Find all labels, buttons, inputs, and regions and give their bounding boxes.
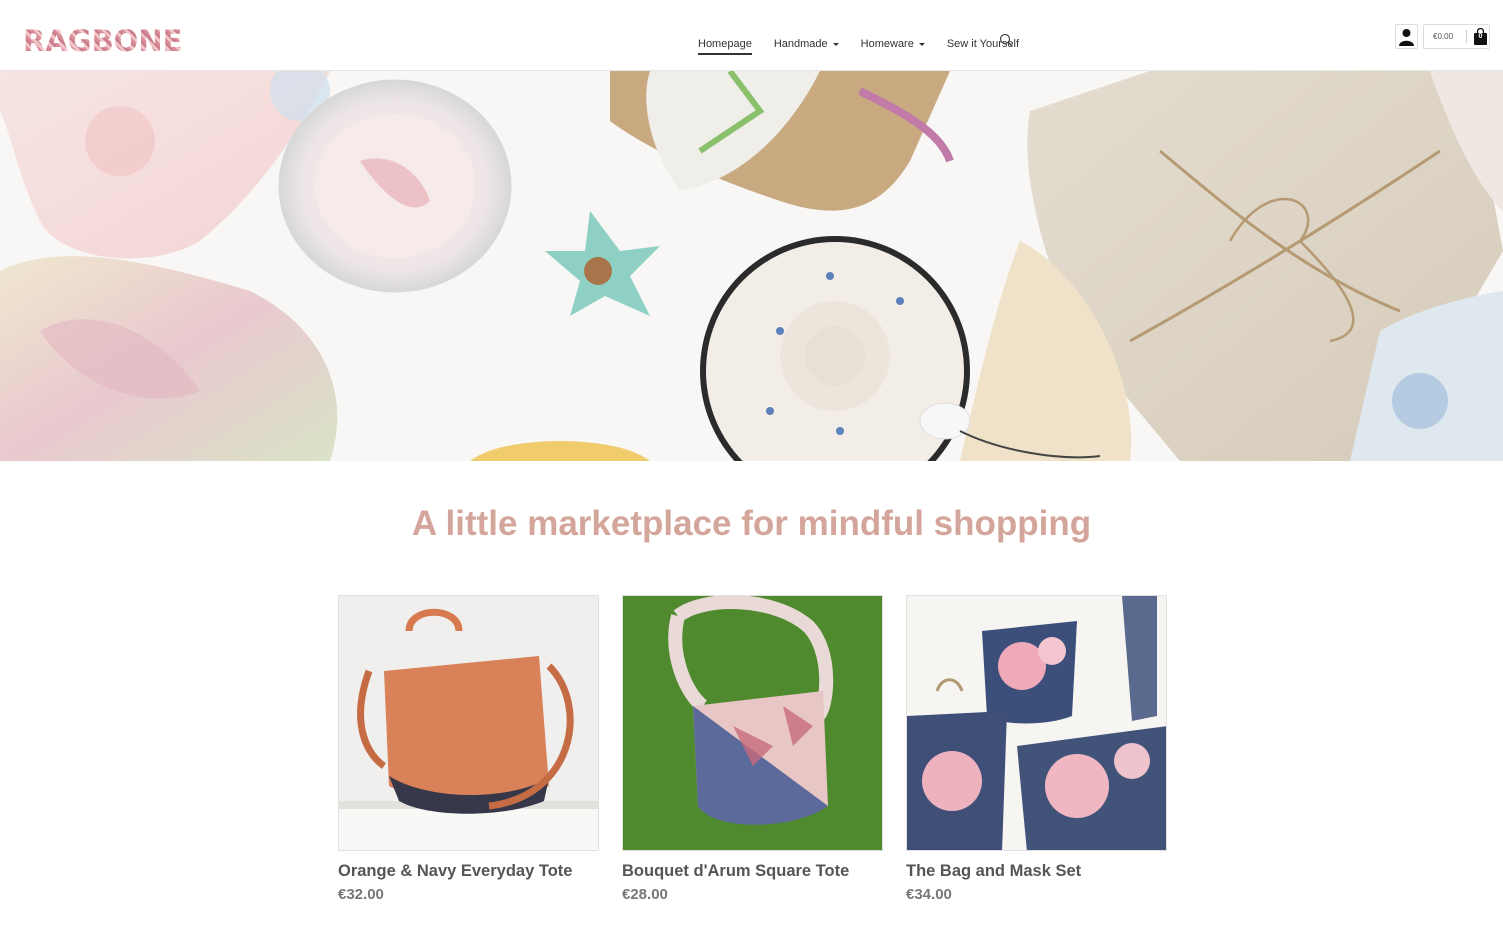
nav-item-label: Handmade xyxy=(773,38,828,50)
cart-divider xyxy=(1466,30,1467,43)
nav-item-homepage[interactable]: Homepage xyxy=(698,34,752,55)
site-logo[interactable]: RAGBONE xyxy=(23,24,182,58)
cart-count: 0 xyxy=(1478,33,1483,40)
product-title[interactable]: The Bag and Mask Set xyxy=(906,862,1167,881)
tagline-heading: A little marketplace for mindful shoppin… xyxy=(411,504,1092,543)
product-price: €28.00 xyxy=(622,886,668,903)
product-price: €34.00 xyxy=(906,886,952,903)
product-title[interactable]: Orange & Navy Everyday Tote xyxy=(338,862,599,881)
nav-item-label: Homepage xyxy=(698,38,752,50)
caret-down-icon xyxy=(918,42,925,46)
account-button[interactable] xyxy=(1395,24,1418,49)
nav-item-handmade[interactable]: Handmade xyxy=(774,34,839,54)
product-title[interactable]: Bouquet d'Arum Square Tote xyxy=(622,862,883,881)
site-header: RAGBONE Homepage Handmade Homeware Sew i… xyxy=(0,0,1503,71)
cart-total: €0.00 xyxy=(1433,32,1454,41)
nav-item-label: Homeware xyxy=(860,38,914,50)
nav-item-homeware[interactable]: Homeware xyxy=(861,34,925,54)
hero-banner-image xyxy=(0,71,1503,461)
user-icon xyxy=(1399,28,1414,46)
product-card[interactable]: The Bag and Mask Set €34.00 xyxy=(906,595,1167,903)
product-image-bag-mask-set[interactable] xyxy=(906,595,1167,851)
product-image-orange-tote[interactable] xyxy=(338,595,599,851)
search-icon[interactable] xyxy=(999,33,1013,47)
main-nav: Homepage Handmade Homeware Sew it Yourse… xyxy=(698,34,1041,55)
product-card[interactable]: Orange & Navy Everyday Tote €32.00 xyxy=(338,595,599,903)
cart-button[interactable]: €0.00 0 xyxy=(1423,24,1490,49)
product-card[interactable]: Bouquet d'Arum Square Tote €28.00 xyxy=(622,595,883,903)
product-image-square-tote[interactable] xyxy=(622,595,883,851)
logo-text: RAGBONE xyxy=(23,24,183,58)
product-price: €32.00 xyxy=(338,886,384,903)
shopping-bag-icon: 0 xyxy=(1473,27,1488,45)
caret-down-icon xyxy=(832,42,839,46)
